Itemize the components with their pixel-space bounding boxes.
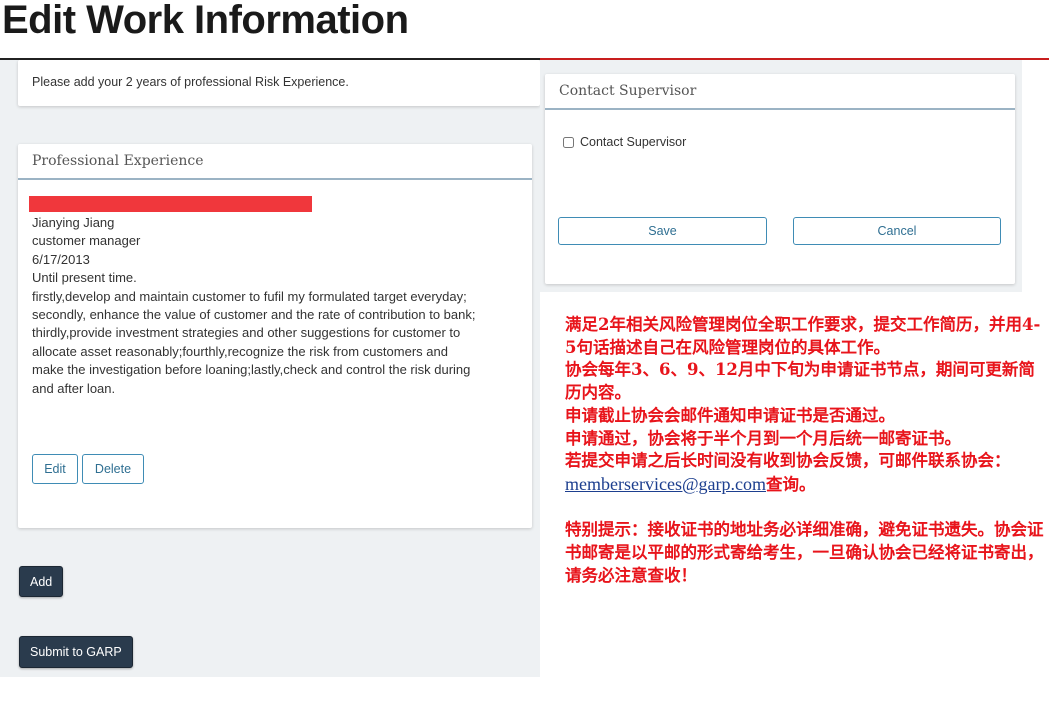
contact-supervisor-card: Contact Supervisor Contact Supervisor Sa… bbox=[545, 74, 1015, 284]
note-paragraph-contact: 若提交申请之后长时间没有收到协会反馈，可邮件联系协会： memberservice… bbox=[565, 450, 1045, 496]
experience-description-line: and after loan. bbox=[32, 380, 116, 396]
experience-description-line: allocate asset reasonably;fourthly,recog… bbox=[32, 343, 448, 359]
main-panel: Please add your 2 years of professional … bbox=[0, 60, 540, 677]
submit-to-garp-button[interactable]: Submit to GARP bbox=[19, 636, 133, 668]
page-title: Edit Work Information bbox=[2, 0, 409, 42]
experience-entry: Jianying Jiang customer manager 6/17/201… bbox=[29, 196, 522, 398]
experience-name: Jianying Jiang bbox=[32, 215, 115, 230]
cancel-button[interactable]: Cancel bbox=[793, 217, 1001, 245]
note-contact-suffix: 查询。 bbox=[766, 474, 816, 494]
experience-card-title: Professional Experience bbox=[18, 144, 532, 180]
experience-end-date: Until present time. bbox=[32, 270, 137, 286]
experience-description-line: secondly, enhance the value of customer … bbox=[32, 307, 476, 323]
save-button[interactable]: Save bbox=[558, 217, 767, 245]
note-warning: 特别提示：接收证书的地址务必详细准确，避免证书遗失。协会证书邮寄是以平邮的形式寄… bbox=[565, 520, 1044, 585]
supervisor-panel: Contact Supervisor Contact Supervisor Sa… bbox=[540, 60, 1022, 292]
contact-supervisor-label: Contact Supervisor bbox=[580, 135, 687, 149]
experience-position: customer manager bbox=[32, 233, 141, 249]
note-paragraph: 申请截止协会会邮件通知申请证书是否通过。 bbox=[565, 405, 895, 425]
instruction-note: 满足2年相关风险管理岗位全职工作要求，提交工作简历，并用4-5句话描述自己在风险… bbox=[565, 314, 1045, 587]
redaction-bar bbox=[29, 196, 312, 212]
experience-description-line: make the investigation before loaning;la… bbox=[32, 362, 471, 378]
note-contact-text: 若提交申请之后长时间没有收到协会反馈，可邮件联系协会： bbox=[565, 451, 1011, 471]
add-button[interactable]: Add bbox=[19, 566, 64, 597]
experience-start-date: 6/17/2013 bbox=[32, 251, 90, 267]
supervisor-card-title: Contact Supervisor bbox=[545, 74, 1015, 110]
info-card: Please add your 2 years of professional … bbox=[18, 60, 540, 106]
note-spacer bbox=[565, 497, 1045, 520]
note-paragraph: 协会每年3、6、9、12月中下旬为申请证书节点，期间可更新简历内容。 bbox=[565, 360, 1035, 403]
edit-button[interactable]: Edit bbox=[32, 454, 78, 484]
contact-supervisor-checkbox[interactable] bbox=[563, 136, 574, 148]
email-link[interactable]: memberservices@garp.com bbox=[565, 474, 766, 494]
info-text: Please add your 2 years of professional … bbox=[32, 75, 349, 89]
experience-description-line: firstly,develop and maintain customer to… bbox=[32, 288, 467, 304]
delete-button[interactable]: Delete bbox=[82, 454, 144, 484]
experience-description-line: thirdly,provide investment strategies an… bbox=[32, 325, 461, 341]
contact-supervisor-option[interactable]: Contact Supervisor bbox=[563, 135, 686, 149]
note-paragraph: 申请通过，协会将于半个月到一个月后统一邮寄证书。 bbox=[565, 428, 961, 448]
professional-experience-card: Professional Experience Jianying Jiang c… bbox=[18, 144, 532, 528]
note-paragraph: 满足2年相关风险管理岗位全职工作要求，提交工作简历，并用4-5句话描述自己在风险… bbox=[565, 315, 1041, 357]
